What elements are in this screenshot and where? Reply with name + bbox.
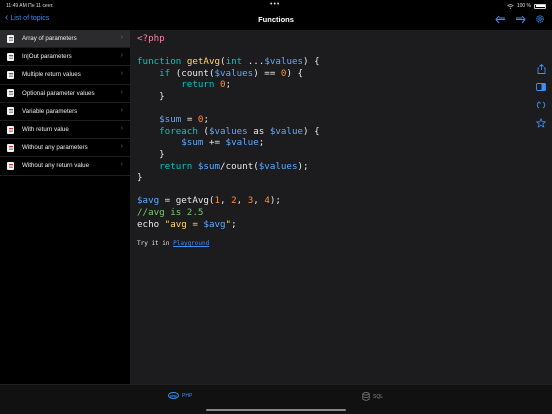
document-icon [7,143,14,152]
document-icon [7,107,14,116]
document-icon [7,52,14,61]
sidebar-item-with-return-value[interactable]: With return value › [0,121,130,140]
status-bar: 11:49 AM Пн 11 сент. ••• 100 % [0,0,552,11]
code-editor[interactable]: <?php function getAvg(int ...$values) { … [130,30,552,384]
multitask-dots[interactable]: ••• [270,1,280,8]
sidebar-item-variable-parameters[interactable]: Variable parameters › [0,103,130,121]
chevron-right-icon: › [120,143,123,151]
home-indicator[interactable] [206,409,346,411]
chevron-right-icon: › [120,52,123,60]
chevron-right-icon: › [120,34,123,41]
navigation-bar: ‹ List of topics Functions [0,11,552,29]
tab-sql[interactable]: SQL [362,392,383,401]
settings-gear-icon[interactable] [534,13,546,25]
document-icon [7,89,14,98]
back-arrow-icon[interactable] [494,13,506,25]
battery-icon [534,3,546,9]
nav-toolbar [494,13,546,25]
wifi-icon [507,3,514,9]
chevron-right-icon: › [120,161,123,169]
document-icon [7,34,14,43]
try-it-line: Try it in Playground [137,240,210,247]
topics-sidebar: Array of parameters › In|Out parameters › … [0,30,130,384]
bookmark-star-icon[interactable] [536,118,546,128]
forward-arrow-icon[interactable] [514,13,526,25]
sidebar-item-array-of-parameters[interactable]: Array of parameters › [0,30,130,49]
battery-percent: 100 % [516,3,531,9]
playground-link[interactable]: Playground [173,240,209,247]
swap-icon[interactable] [536,100,546,110]
toggle-sidebar-icon[interactable] [536,82,546,92]
document-icon [7,125,14,134]
bottom-tab-bar: php PHP SQL [0,384,552,414]
chevron-right-icon: › [120,106,123,114]
editor-side-toolbar [536,64,546,128]
share-icon[interactable] [536,64,546,74]
code-block: <?php function getAvg(int ...$values) { … [137,33,320,230]
sidebar-item-optional-parameter-values[interactable]: Optional parameter values › [0,85,130,103]
database-icon [362,392,370,401]
tab-php[interactable]: php PHP [168,392,192,399]
sidebar-item-without-any-parameters[interactable]: Without any parameters › [0,139,130,158]
page-title: Functions [258,15,294,24]
document-icon [7,161,14,170]
status-right: 100 % [507,3,546,9]
sidebar-item-inout-parameters[interactable]: In|Out parameters › [0,48,130,67]
php-icon: php [168,392,179,399]
tab-php-label: PHP [182,392,193,399]
sidebar-item-without-any-return-value[interactable]: Without any return value › [0,157,130,176]
chevron-right-icon: › [120,88,123,96]
chevron-right-icon: › [120,124,123,132]
status-time: 11:49 AM Пн 11 сент. [6,3,54,9]
tab-sql-label: SQL [373,393,384,400]
document-icon [7,70,14,79]
sidebar-item-multiple-return-values[interactable]: Multiple return values › [0,66,130,85]
chevron-right-icon: › [120,70,123,78]
